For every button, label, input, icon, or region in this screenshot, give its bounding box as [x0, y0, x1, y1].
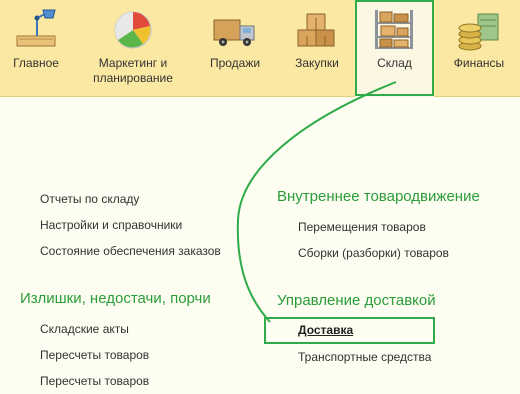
section-title-internal-movement: Внутреннее товародвижение: [277, 188, 480, 205]
link-settings-references[interactable]: Настройки и справочники: [40, 218, 182, 232]
tab-main[interactable]: Главное: [6, 0, 66, 97]
tab-purchases[interactable]: Закупки: [284, 0, 350, 97]
link-goods-recount-2[interactable]: Пересчеты товаров: [40, 374, 149, 388]
link-vehicles[interactable]: Транспортные средства: [298, 350, 431, 364]
coins-icon: [456, 6, 502, 52]
link-order-provision-status[interactable]: Состояние обеспечения заказов: [40, 244, 221, 258]
warehouse-shelves-icon: [371, 6, 417, 52]
tab-label: Маркетинг и планирование: [93, 56, 173, 85]
section-title-delivery-management: Управление доставкой: [277, 292, 436, 309]
tab-label: Финансы: [453, 56, 505, 70]
tab-label: Главное: [13, 56, 59, 70]
tab-warehouse[interactable]: Склад: [355, 0, 434, 97]
tab-label: Продажи: [209, 56, 261, 70]
tab-finance[interactable]: Финансы: [442, 0, 516, 97]
delivery-truck-icon: [212, 6, 258, 52]
desk-lamp-icon: [13, 6, 59, 52]
tab-label: Склад: [377, 56, 412, 70]
pie-chart-icon: [110, 6, 156, 52]
link-warehouse-acts[interactable]: Складские акты: [40, 322, 129, 336]
link-warehouse-reports[interactable]: Отчеты по складу: [40, 192, 139, 206]
main-toolbar: Главное Маркетинг и планирование Продажи…: [0, 0, 520, 97]
link-delivery[interactable]: Доставка: [298, 323, 353, 337]
tab-marketing[interactable]: Маркетинг и планирование: [88, 0, 178, 97]
section-title-surplus: Излишки, недостачи, порчи: [20, 290, 211, 307]
link-goods-assembly[interactable]: Сборки (разборки) товаров: [298, 246, 449, 260]
boxes-icon: [294, 6, 340, 52]
tab-sales[interactable]: Продажи: [200, 0, 270, 97]
link-goods-recount[interactable]: Пересчеты товаров: [40, 348, 149, 362]
link-goods-transfers[interactable]: Перемещения товаров: [298, 220, 426, 234]
tab-label: Закупки: [295, 56, 339, 70]
